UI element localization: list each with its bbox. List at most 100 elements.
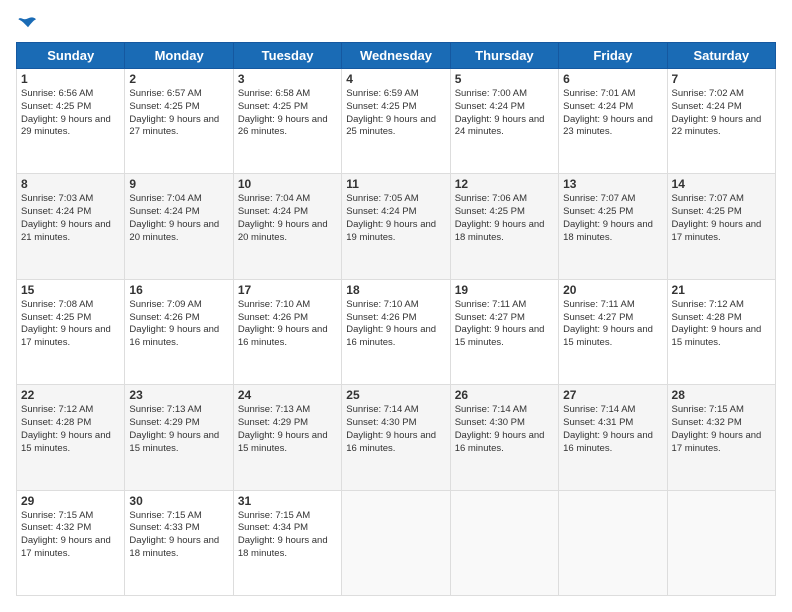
calendar-cell: 16 Sunrise: 7:09 AMSunset: 4:26 PMDayligh… xyxy=(125,279,233,384)
calendar-cell: 12 Sunrise: 7:06 AMSunset: 4:25 PMDayligh… xyxy=(450,174,558,279)
cell-text: Sunrise: 6:58 AMSunset: 4:25 PMDaylight:… xyxy=(238,88,328,137)
calendar-cell: 26Sunrise: 7:14 AMSunset: 4:30 PMDayligh… xyxy=(450,385,558,490)
cell-text: Sunrise: 7:04 AMSunset: 4:24 PMDaylight:… xyxy=(238,193,328,242)
calendar-cell xyxy=(450,490,558,595)
calendar-cell: 13 Sunrise: 7:07 AMSunset: 4:25 PMDayligh… xyxy=(559,174,667,279)
cell-text: Sunrise: 7:12 AMSunset: 4:28 PMDaylight:… xyxy=(672,299,762,348)
day-number: 27 xyxy=(563,388,662,402)
calendar-week-row: 8 Sunrise: 7:03 AMSunset: 4:24 PMDaylight… xyxy=(17,174,776,279)
cell-text: Sunrise: 7:13 AMSunset: 4:29 PMDaylight:… xyxy=(238,404,328,453)
cell-text: Sunrise: 7:13 AMSunset: 4:29 PMDaylight:… xyxy=(129,404,219,453)
calendar-cell: 17 Sunrise: 7:10 AMSunset: 4:26 PMDayligh… xyxy=(233,279,341,384)
calendar-cell: 10 Sunrise: 7:04 AMSunset: 4:24 PMDayligh… xyxy=(233,174,341,279)
day-number: 4 xyxy=(346,72,445,86)
cell-text: Sunrise: 7:10 AMSunset: 4:26 PMDaylight:… xyxy=(346,299,436,348)
calendar-cell: 28 Sunrise: 7:15 AMSunset: 4:32 PMDayligh… xyxy=(667,385,775,490)
calendar-day-header: Sunday xyxy=(17,43,125,69)
calendar-day-header: Saturday xyxy=(667,43,775,69)
cell-text: Sunrise: 7:02 AMSunset: 4:24 PMDaylight:… xyxy=(672,88,762,137)
day-number: 8 xyxy=(21,177,120,191)
cell-text: Sunrise: 7:09 AMSunset: 4:26 PMDaylight:… xyxy=(129,299,219,348)
day-number: 22 xyxy=(21,388,120,402)
calendar-day-header: Monday xyxy=(125,43,233,69)
calendar-cell: 15Sunrise: 7:08 AMSunset: 4:25 PMDayligh… xyxy=(17,279,125,384)
calendar-cell: 9Sunrise: 7:04 AMSunset: 4:24 PMDaylight… xyxy=(125,174,233,279)
day-number: 28 xyxy=(672,388,771,402)
calendar-cell: 18 Sunrise: 7:10 AMSunset: 4:26 PMDayligh… xyxy=(342,279,450,384)
page: SundayMondayTuesdayWednesdayThursdayFrid… xyxy=(0,0,792,612)
logo-bird-icon xyxy=(18,16,38,32)
calendar-cell xyxy=(342,490,450,595)
calendar-cell: 23 Sunrise: 7:13 AMSunset: 4:29 PMDayligh… xyxy=(125,385,233,490)
day-number: 16 xyxy=(129,283,228,297)
cell-text: Sunrise: 7:15 AMSunset: 4:33 PMDaylight:… xyxy=(129,510,219,559)
cell-text: Sunrise: 7:11 AMSunset: 4:27 PMDaylight:… xyxy=(563,299,653,348)
calendar-cell: 25Sunrise: 7:14 AMSunset: 4:30 PMDayligh… xyxy=(342,385,450,490)
logo-text xyxy=(16,16,38,32)
calendar-cell: 20 Sunrise: 7:11 AMSunset: 4:27 PMDayligh… xyxy=(559,279,667,384)
cell-text: Sunrise: 7:07 AMSunset: 4:25 PMDaylight:… xyxy=(563,193,653,242)
day-number: 2 xyxy=(129,72,228,86)
calendar-cell: 24Sunrise: 7:13 AMSunset: 4:29 PMDayligh… xyxy=(233,385,341,490)
calendar-day-header: Thursday xyxy=(450,43,558,69)
day-number: 25 xyxy=(346,388,445,402)
cell-text: Sunrise: 7:04 AMSunset: 4:24 PMDaylight:… xyxy=(129,193,219,242)
header xyxy=(16,16,776,32)
cell-text: Sunrise: 6:59 AMSunset: 4:25 PMDaylight:… xyxy=(346,88,436,137)
day-number: 23 xyxy=(129,388,228,402)
cell-text: Sunrise: 7:10 AMSunset: 4:26 PMDaylight:… xyxy=(238,299,328,348)
calendar-cell: 29Sunrise: 7:15 AMSunset: 4:32 PMDayligh… xyxy=(17,490,125,595)
cell-text: Sunrise: 7:14 AMSunset: 4:30 PMDaylight:… xyxy=(455,404,545,453)
cell-text: Sunrise: 7:15 AMSunset: 4:32 PMDaylight:… xyxy=(672,404,762,453)
calendar-table: SundayMondayTuesdayWednesdayThursdayFrid… xyxy=(16,42,776,596)
calendar-cell: 1Sunrise: 6:56 AMSunset: 4:25 PMDaylight… xyxy=(17,69,125,174)
calendar-cell: 21 Sunrise: 7:12 AMSunset: 4:28 PMDayligh… xyxy=(667,279,775,384)
cell-text: Sunrise: 7:00 AMSunset: 4:24 PMDaylight:… xyxy=(455,88,545,137)
cell-text: Sunrise: 7:07 AMSunset: 4:25 PMDaylight:… xyxy=(672,193,762,242)
calendar-week-row: 15Sunrise: 7:08 AMSunset: 4:25 PMDayligh… xyxy=(17,279,776,384)
calendar-cell: 5Sunrise: 7:00 AMSunset: 4:24 PMDaylight… xyxy=(450,69,558,174)
day-number: 29 xyxy=(21,494,120,508)
day-number: 11 xyxy=(346,177,445,191)
cell-text: Sunrise: 7:05 AMSunset: 4:24 PMDaylight:… xyxy=(346,193,436,242)
calendar-day-header: Wednesday xyxy=(342,43,450,69)
day-number: 1 xyxy=(21,72,120,86)
logo xyxy=(16,16,38,32)
cell-text: Sunrise: 7:08 AMSunset: 4:25 PMDaylight:… xyxy=(21,299,111,348)
day-number: 14 xyxy=(672,177,771,191)
cell-text: Sunrise: 7:11 AMSunset: 4:27 PMDaylight:… xyxy=(455,299,545,348)
cell-text: Sunrise: 7:14 AMSunset: 4:31 PMDaylight:… xyxy=(563,404,653,453)
calendar-body: 1Sunrise: 6:56 AMSunset: 4:25 PMDaylight… xyxy=(17,69,776,596)
calendar-cell xyxy=(559,490,667,595)
day-number: 10 xyxy=(238,177,337,191)
calendar-cell xyxy=(667,490,775,595)
calendar-week-row: 29Sunrise: 7:15 AMSunset: 4:32 PMDayligh… xyxy=(17,490,776,595)
calendar-cell: 4 Sunrise: 6:59 AMSunset: 4:25 PMDaylight… xyxy=(342,69,450,174)
calendar-day-header: Tuesday xyxy=(233,43,341,69)
day-number: 13 xyxy=(563,177,662,191)
cell-text: Sunrise: 7:06 AMSunset: 4:25 PMDaylight:… xyxy=(455,193,545,242)
day-number: 18 xyxy=(346,283,445,297)
calendar-cell: 11 Sunrise: 7:05 AMSunset: 4:24 PMDayligh… xyxy=(342,174,450,279)
calendar-cell: 3Sunrise: 6:58 AMSunset: 4:25 PMDaylight… xyxy=(233,69,341,174)
calendar-cell: 27 Sunrise: 7:14 AMSunset: 4:31 PMDayligh… xyxy=(559,385,667,490)
cell-text: Sunrise: 7:03 AMSunset: 4:24 PMDaylight:… xyxy=(21,193,111,242)
day-number: 30 xyxy=(129,494,228,508)
calendar-cell: 30 Sunrise: 7:15 AMSunset: 4:33 PMDayligh… xyxy=(125,490,233,595)
calendar-cell: 14 Sunrise: 7:07 AMSunset: 4:25 PMDayligh… xyxy=(667,174,775,279)
calendar-cell: 19 Sunrise: 7:11 AMSunset: 4:27 PMDayligh… xyxy=(450,279,558,384)
calendar-week-row: 22 Sunrise: 7:12 AMSunset: 4:28 PMDayligh… xyxy=(17,385,776,490)
calendar-cell: 8 Sunrise: 7:03 AMSunset: 4:24 PMDaylight… xyxy=(17,174,125,279)
calendar-cell: 2Sunrise: 6:57 AMSunset: 4:25 PMDaylight… xyxy=(125,69,233,174)
calendar-cell: 31Sunrise: 7:15 AMSunset: 4:34 PMDayligh… xyxy=(233,490,341,595)
cell-text: Sunrise: 7:12 AMSunset: 4:28 PMDaylight:… xyxy=(21,404,111,453)
day-number: 12 xyxy=(455,177,554,191)
calendar-header-row: SundayMondayTuesdayWednesdayThursdayFrid… xyxy=(17,43,776,69)
calendar-week-row: 1Sunrise: 6:56 AMSunset: 4:25 PMDaylight… xyxy=(17,69,776,174)
day-number: 17 xyxy=(238,283,337,297)
calendar-cell: 6Sunrise: 7:01 AMSunset: 4:24 PMDaylight… xyxy=(559,69,667,174)
day-number: 20 xyxy=(563,283,662,297)
day-number: 6 xyxy=(563,72,662,86)
day-number: 19 xyxy=(455,283,554,297)
day-number: 21 xyxy=(672,283,771,297)
